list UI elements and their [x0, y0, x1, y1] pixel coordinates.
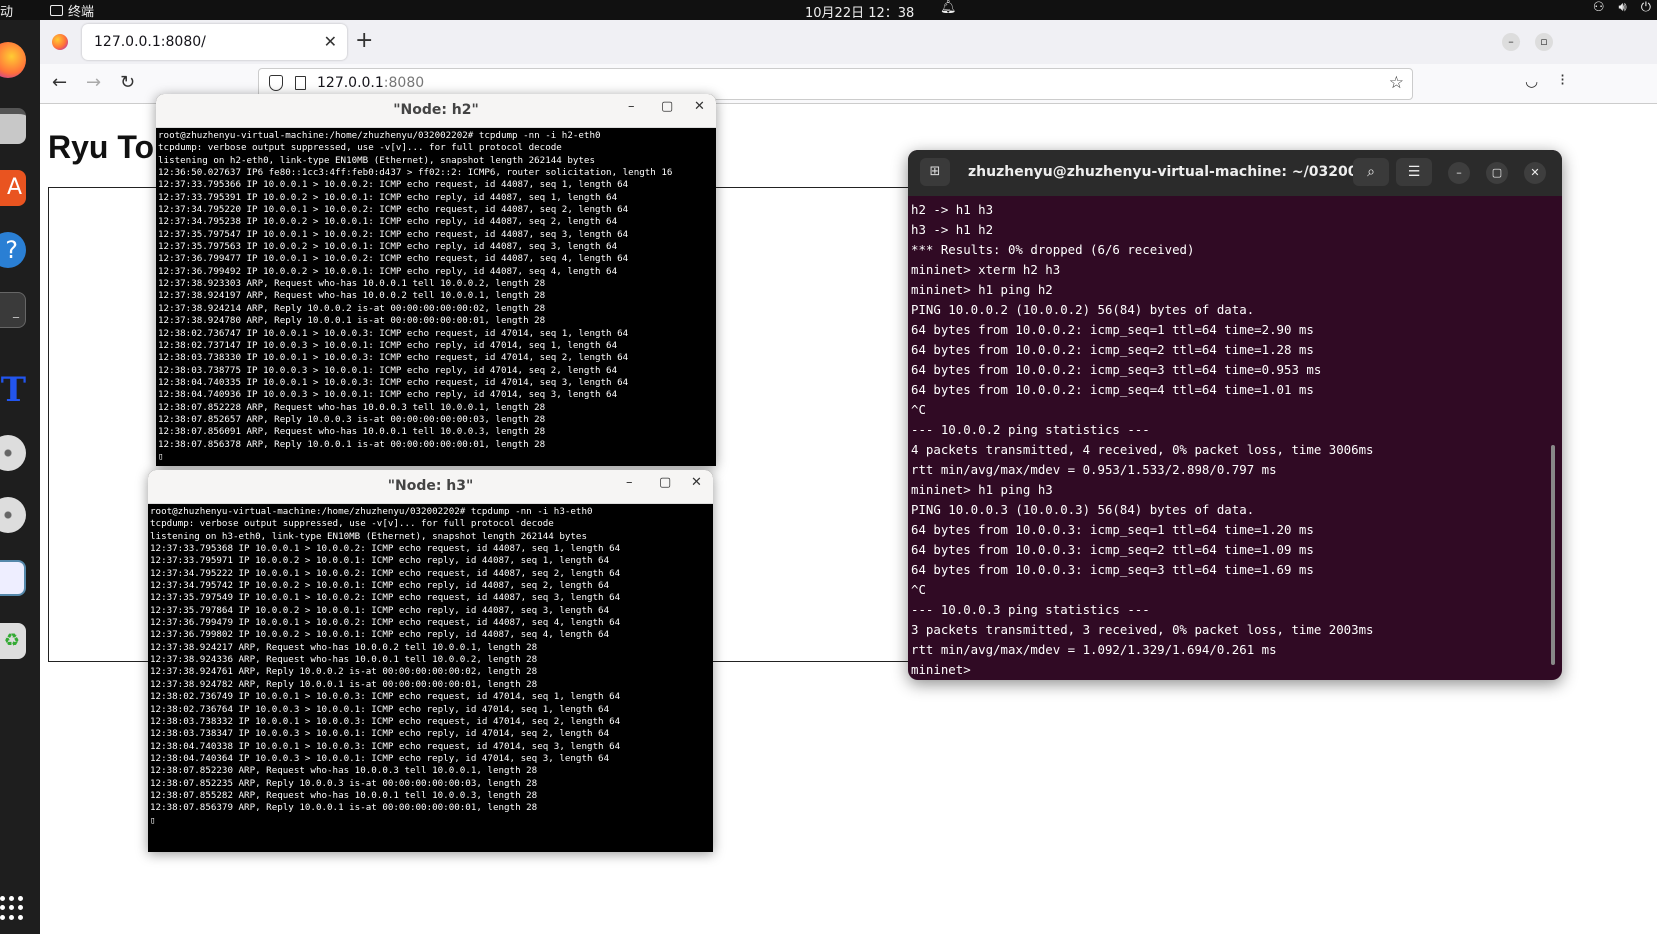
search-icon[interactable]: ⌕	[1353, 158, 1389, 186]
power-icon: ⏻	[1640, 0, 1651, 15]
clock[interactable]: 10月22日 12：38	[805, 2, 914, 21]
hamburger-menu-icon[interactable]: ☰	[1396, 158, 1432, 186]
minimize-icon[interactable]: –	[626, 475, 633, 490]
gnome-terminal-window[interactable]: ⊞ zhuzhenyu@zhuzhenyu-virtual-machine: ~…	[908, 150, 1562, 680]
reload-button[interactable]: ↻	[120, 72, 135, 93]
tab-active[interactable]: 127.0.0.1:8080/ ✕	[82, 24, 347, 60]
terminal-output[interactable]: h2 -> h1 h3 h3 -> h1 h2 *** Results: 0% …	[911, 200, 1374, 680]
dock: A ? _ T ♻	[0, 20, 40, 934]
xterm-window-h3[interactable]: "Node: h3" – ▢ ✕ root@zhuzhenyu-virtual-…	[148, 470, 713, 852]
window-title: zhuzhenyu@zhuzhenyu-virtual-machine: ~/0…	[968, 164, 1384, 180]
url-text: 127.0.0.1:8080	[317, 75, 425, 91]
close-icon[interactable]: ✕	[694, 99, 705, 114]
tab-title: 127.0.0.1:8080/	[94, 34, 206, 50]
maximize-icon[interactable]: ▢	[661, 99, 673, 114]
terminal-output[interactable]: root@zhuzhenyu-virtual-machine:/home/zhu…	[158, 130, 672, 463]
bell-icon: 🔔︎	[940, 0, 957, 15]
terminal-icon	[50, 5, 63, 16]
bookmark-star-icon[interactable]: ☆	[1389, 73, 1404, 93]
xterm-window-h2[interactable]: "Node: h2" – ▢ ✕ root@zhuzhenyu-virtual-…	[156, 94, 716, 466]
network-icon: ⚇	[1592, 0, 1605, 15]
pocket-icon[interactable]: ◡	[1525, 72, 1538, 90]
minimize-button[interactable]: –	[1502, 33, 1520, 51]
trash-icon[interactable]: ♻	[0, 623, 26, 659]
show-apps-icon[interactable]	[0, 896, 24, 920]
close-icon[interactable]: ✕	[691, 475, 702, 490]
minimize-icon[interactable]: –	[628, 99, 635, 114]
firefox-logo-icon	[52, 34, 68, 50]
tab-strip: 127.0.0.1:8080/ ✕ + ⌄ – ▫	[40, 20, 1657, 64]
activities-button[interactable]: 动	[0, 1, 13, 20]
terminal-output[interactable]: root@zhuzhenyu-virtual-machine:/home/zhu…	[150, 506, 620, 827]
menu-icon[interactable]: ⁝	[1560, 70, 1565, 89]
scrollbar[interactable]	[1551, 445, 1555, 665]
disc-icon-2[interactable]	[0, 497, 26, 533]
desktop: 动 终端 10月22日 12：38 🔔︎ ⚇ 🔊︎ ⏻ A ? _ T ♻ 12…	[0, 0, 1657, 934]
new-tab-button[interactable]: +	[355, 28, 373, 53]
app-name: 终端	[68, 5, 95, 20]
back-button[interactable]: ←	[52, 72, 67, 93]
minimize-icon[interactable]: –	[1448, 162, 1470, 184]
system-tray[interactable]: ⚇ 🔊︎ ⏻	[1593, 0, 1651, 15]
text-editor-icon[interactable]: T	[0, 372, 26, 408]
files-icon[interactable]	[0, 108, 26, 144]
app-store-icon[interactable]: A	[0, 170, 26, 206]
page-title: Ryu Top	[48, 129, 174, 165]
new-tab-icon[interactable]: ⊞	[920, 158, 950, 186]
app-menu[interactable]: 终端	[50, 1, 94, 20]
volume-icon: 🔊︎	[1618, 0, 1627, 15]
close-icon[interactable]: ✕	[1524, 162, 1546, 184]
xterm-titlebar[interactable]: "Node: h3" – ▢ ✕	[148, 470, 713, 504]
terminal-titlebar[interactable]: ⊞ zhuzhenyu@zhuzhenyu-virtual-machine: ~…	[908, 150, 1562, 196]
tab-close-icon[interactable]: ✕	[324, 32, 337, 51]
forward-button[interactable]: →	[86, 72, 101, 93]
terminal-dock-icon[interactable]: _	[0, 292, 26, 328]
help-icon[interactable]: ?	[0, 232, 26, 268]
disc-icon[interactable]	[0, 435, 26, 471]
document-icon[interactable]	[0, 560, 26, 596]
maximize-icon[interactable]: ▢	[659, 475, 671, 490]
top-bar: 动 终端 10月22日 12：38 🔔︎ ⚇ 🔊︎ ⏻	[0, 0, 1657, 21]
firefox-icon[interactable]	[0, 42, 26, 78]
xterm-titlebar[interactable]: "Node: h2" – ▢ ✕	[156, 94, 716, 128]
page-icon[interactable]	[295, 76, 306, 90]
shield-icon[interactable]	[269, 75, 283, 91]
maximize-icon[interactable]: ▢	[1486, 162, 1508, 184]
maximize-button[interactable]: ▫	[1535, 33, 1553, 51]
